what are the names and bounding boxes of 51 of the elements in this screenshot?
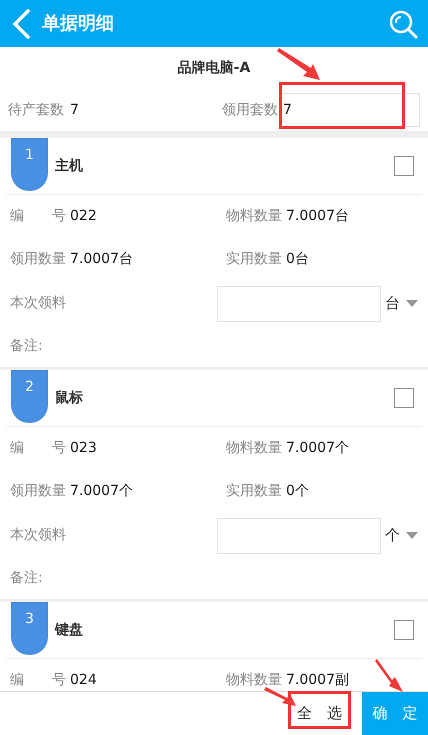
quantity-input[interactable] [217,518,381,554]
unit-dropdown[interactable]: 台 [385,292,418,315]
field-value: 7.0007台 [70,250,133,269]
item-name: 鼠标 [55,389,83,408]
checkbox[interactable] [394,156,414,176]
checkbox[interactable] [394,620,414,640]
field-label: 领用数量 [10,482,66,501]
annotation-arrow [277,48,320,80]
field-label: 编 号 [10,671,66,690]
field-label: 本次领料 [10,294,67,313]
dropdown-arrow-icon [406,532,418,539]
quantity-input[interactable]: 7 [280,93,420,127]
field-label: 编 号 [10,439,66,458]
field-value: 0个 [286,482,309,501]
number-badge: 1 [11,138,48,191]
field-value: 7 [70,100,79,120]
field-label: 领用数量 [10,250,66,269]
field-label: 物料数量 [226,671,282,690]
field-value: 0台 [286,250,309,269]
field-label: 实用数量 [226,482,282,501]
select-all-button[interactable]: 全 选 [293,702,346,726]
item-name: 键盘 [55,621,83,640]
item-name: 主机 [55,156,83,176]
quantity-input[interactable] [217,286,381,322]
field-label: 实用数量 [226,250,282,269]
field-label: 领用套数 [222,100,279,120]
field-value: 024 [70,671,97,690]
field-value: 022 [70,207,97,226]
back-icon[interactable] [10,8,32,38]
number-badge: 2 [11,370,48,423]
field-label: 物料数量 [226,207,282,226]
field-label: 本次领料 [10,526,67,545]
field-value: 023 [70,439,97,458]
unit-dropdown[interactable]: 个 [385,524,418,547]
field-label: 待产套数 [8,100,64,120]
search-icon[interactable] [388,8,418,38]
page-title: 单据明细 [42,12,114,36]
annotation-arrow [264,687,296,706]
number-badge: 3 [11,602,48,655]
field-label: 备注: [10,569,43,588]
field-value: 7.0007副 [286,671,349,690]
field-label: 物料数量 [226,439,282,458]
checkbox[interactable] [394,388,414,408]
field-label: 编 号 [10,207,66,226]
field-label: 备注: [10,337,43,356]
field-value: 7.0007个 [286,439,349,458]
annotation-arrow [375,659,403,692]
product-title: 品牌电脑-A [178,58,250,78]
field-value: 7.0007台 [286,207,349,226]
dropdown-arrow-icon [406,300,418,307]
field-value: 7.0007个 [70,482,133,501]
